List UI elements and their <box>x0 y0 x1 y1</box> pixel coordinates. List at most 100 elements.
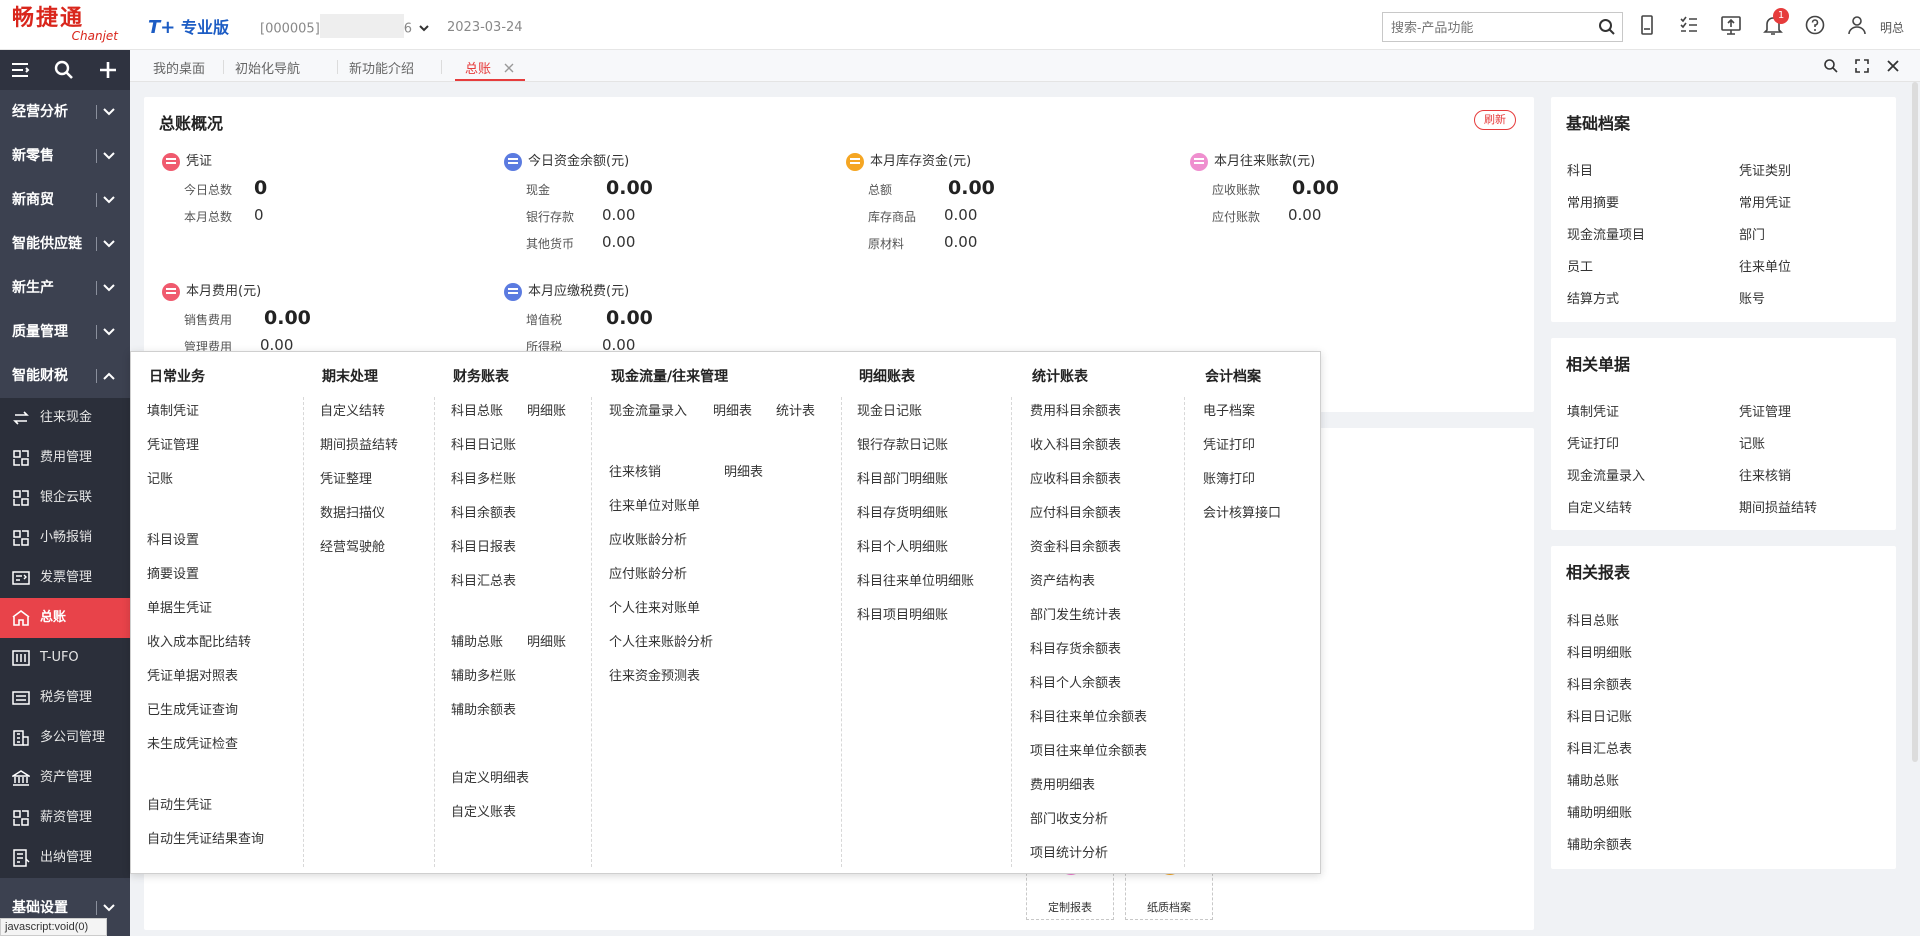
reports-link[interactable]: 科目汇总表 <box>1567 738 1632 757</box>
tab-init-nav[interactable]: 初始化导航 <box>235 58 300 77</box>
reports-link[interactable]: 科目总账 <box>1567 610 1619 629</box>
basic-link[interactable]: 凭证类别 <box>1739 160 1791 179</box>
menu-link[interactable]: 电子档案 <box>1203 400 1255 419</box>
tab-new-features[interactable]: 新功能介绍 <box>349 58 414 77</box>
menu-link[interactable]: 部门收支分析 <box>1030 808 1108 827</box>
menu-link[interactable]: 凭证打印 <box>1203 434 1255 453</box>
menu-link[interactable]: 明细表 <box>724 461 763 480</box>
menu-link[interactable]: 自定义账表 <box>451 801 516 820</box>
menu-link[interactable]: 自定义明细表 <box>451 767 529 786</box>
menu-link[interactable]: 科目多栏账 <box>451 468 516 487</box>
sidebar-group-2[interactable]: 新商贸 <box>0 178 130 222</box>
menu-collapse-icon[interactable] <box>9 59 31 81</box>
menu-link[interactable]: 辅助总账 <box>451 631 503 650</box>
menu-link[interactable]: 科目余额表 <box>451 502 516 521</box>
docs-link[interactable]: 现金流量录入 <box>1567 465 1645 484</box>
refresh-button[interactable]: 刷新 <box>1474 110 1516 130</box>
menu-link[interactable]: 科目总账 <box>451 400 503 419</box>
account-selector[interactable]: [000005] 6 <box>260 14 430 38</box>
menu-link[interactable]: 辅助多栏账 <box>451 665 516 684</box>
metric-value[interactable]: 0.00 <box>264 307 311 329</box>
menu-link[interactable]: 记账 <box>147 468 173 487</box>
menu-link[interactable]: 费用科目余额表 <box>1030 400 1121 419</box>
quick-entry-1[interactable]: 纸质档案 <box>1125 861 1213 920</box>
menu-link[interactable]: 应付账龄分析 <box>609 563 687 582</box>
menu-link[interactable]: 科目个人明细账 <box>857 536 948 555</box>
menu-link[interactable]: 个人往来账龄分析 <box>609 631 713 650</box>
plus-icon[interactable] <box>97 59 119 81</box>
menu-link[interactable]: 往来核销 <box>609 461 661 480</box>
menu-link[interactable]: 往来单位对账单 <box>609 495 700 514</box>
message-icon[interactable] <box>1720 14 1742 36</box>
tab-general-ledger[interactable]: 总账 <box>465 58 491 77</box>
menu-link[interactable]: 凭证单据对照表 <box>147 665 238 684</box>
menu-link[interactable]: 明细表 <box>713 400 752 419</box>
docs-link[interactable]: 填制凭证 <box>1567 401 1619 420</box>
menu-link[interactable]: 自动生凭证结果查询 <box>147 828 264 847</box>
close-icon[interactable] <box>1885 58 1901 74</box>
menu-link[interactable]: 自定义结转 <box>320 400 385 419</box>
metric-value[interactable]: 0.00 <box>606 307 653 329</box>
close-icon[interactable] <box>504 63 514 73</box>
basic-link[interactable]: 科目 <box>1567 160 1593 179</box>
menu-link[interactable]: 科目日报表 <box>451 536 516 555</box>
sidebar-group-1[interactable]: 新零售 <box>0 134 130 178</box>
sidebar-item-10[interactable]: 薪资管理 <box>0 798 130 838</box>
sidebar-item-0[interactable]: 往来现金 <box>0 398 130 438</box>
sidebar-group-3[interactable]: 智能供应链 <box>0 222 130 266</box>
menu-link[interactable]: 银行存款日记账 <box>857 434 948 453</box>
sidebar-group-0[interactable]: 经营分析 <box>0 90 130 134</box>
menu-link[interactable]: 现金日记账 <box>857 400 922 419</box>
metric-value[interactable]: 0 <box>254 177 267 199</box>
menu-link[interactable]: 现金流量录入 <box>609 400 687 419</box>
menu-link[interactable]: 科目项目明细账 <box>857 604 948 623</box>
sidebar-group-5[interactable]: 质量管理 <box>0 310 130 354</box>
menu-link[interactable]: 明细账 <box>527 400 566 419</box>
help-icon[interactable] <box>1804 14 1826 36</box>
reports-link[interactable]: 科目余额表 <box>1567 674 1632 693</box>
menu-link[interactable]: 收入科目余额表 <box>1030 434 1121 453</box>
sidebar-item-11[interactable]: 出纳管理 <box>0 838 130 878</box>
basic-link[interactable]: 结算方式 <box>1567 288 1619 307</box>
docs-link[interactable]: 记账 <box>1739 433 1765 452</box>
menu-link[interactable]: 凭证管理 <box>147 434 199 453</box>
device-icon[interactable] <box>1636 14 1658 36</box>
menu-link[interactable]: 数据扫描仪 <box>320 502 385 521</box>
menu-link[interactable]: 统计表 <box>776 400 815 419</box>
menu-link[interactable]: 填制凭证 <box>147 400 199 419</box>
docs-link[interactable]: 期间损益结转 <box>1739 497 1817 516</box>
sidebar-item-2[interactable]: 银企云联 <box>0 478 130 518</box>
reports-link[interactable]: 科目日记账 <box>1567 706 1632 725</box>
menu-link[interactable]: 科目往来单位余额表 <box>1030 706 1147 725</box>
menu-link[interactable]: 科目存货明细账 <box>857 502 948 521</box>
menu-link[interactable]: 经营驾驶舱 <box>320 536 385 555</box>
fullscreen-icon[interactable] <box>1854 58 1870 74</box>
menu-link[interactable]: 自动生凭证 <box>147 794 212 813</box>
menu-link[interactable]: 科目个人余额表 <box>1030 672 1121 691</box>
chanjet-logo[interactable]: 畅捷通 Chanjet <box>12 6 122 44</box>
sidebar-item-6[interactable]: T-UFO <box>0 638 130 678</box>
sidebar-group-4[interactable]: 新生产 <box>0 266 130 310</box>
menu-link[interactable]: 凭证整理 <box>320 468 372 487</box>
reports-link[interactable]: 辅助明细账 <box>1567 802 1632 821</box>
metric-value[interactable]: 0.00 <box>602 233 635 251</box>
menu-link[interactable]: 收入成本配比结转 <box>147 631 251 650</box>
docs-link[interactable]: 往来核销 <box>1739 465 1791 484</box>
menu-link[interactable]: 科目部门明细账 <box>857 468 948 487</box>
quick-entry-0[interactable]: 定制报表 <box>1026 861 1114 920</box>
menu-link[interactable]: 应收账龄分析 <box>609 529 687 548</box>
menu-link[interactable]: 资金科目余额表 <box>1030 536 1121 555</box>
metric-value[interactable]: 0.00 <box>606 177 653 199</box>
docs-link[interactable]: 凭证管理 <box>1739 401 1791 420</box>
reports-link[interactable]: 辅助余额表 <box>1567 834 1632 853</box>
menu-link[interactable]: 明细账 <box>527 631 566 650</box>
task-list-icon[interactable] <box>1678 14 1700 36</box>
menu-link[interactable]: 科目设置 <box>147 529 199 548</box>
basic-link[interactable]: 常用摘要 <box>1567 192 1619 211</box>
username[interactable]: 明总 <box>1880 19 1904 36</box>
basic-link[interactable]: 部门 <box>1739 224 1765 243</box>
menu-link[interactable]: 会计核算接口 <box>1203 502 1281 521</box>
docs-link[interactable]: 自定义结转 <box>1567 497 1632 516</box>
search-icon[interactable] <box>1598 18 1616 36</box>
menu-link[interactable]: 未生成凭证检查 <box>147 733 238 752</box>
